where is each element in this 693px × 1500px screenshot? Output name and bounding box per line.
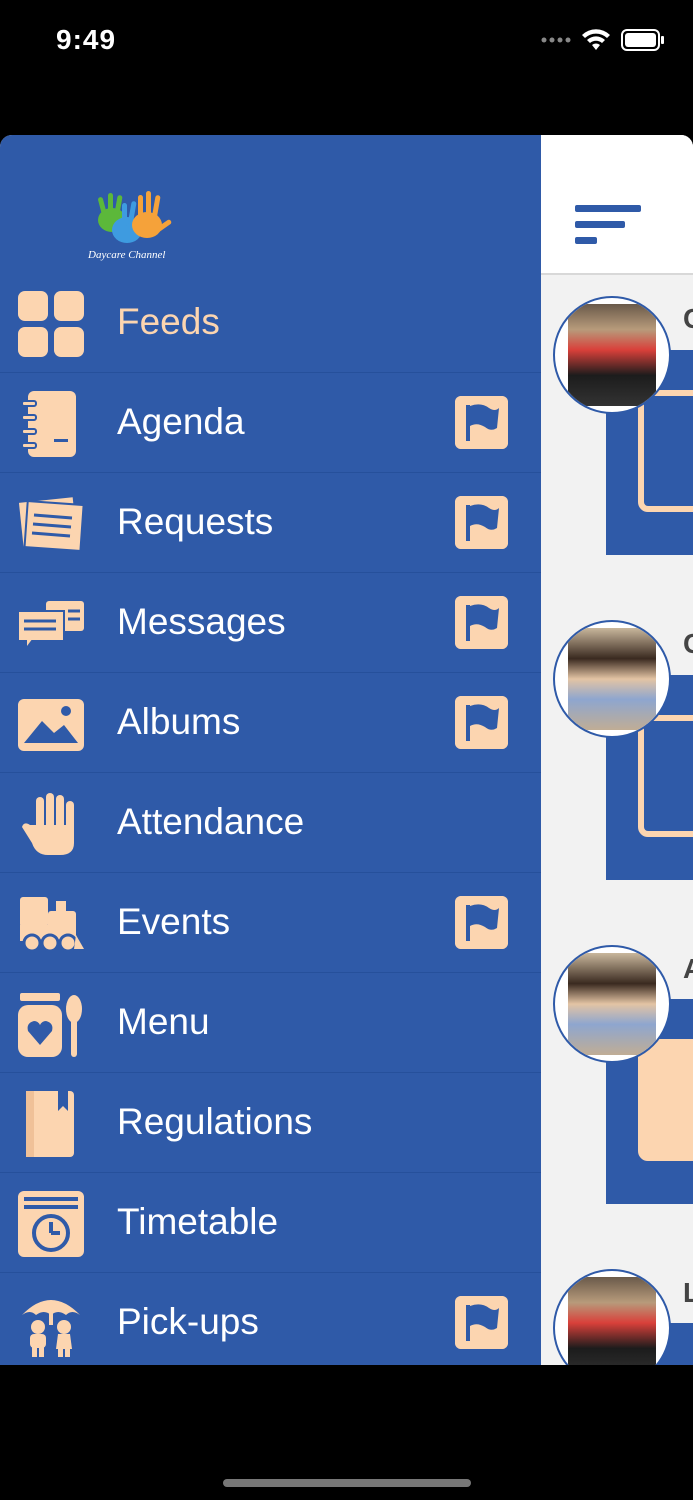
menu-item-timetable[interactable]: Timetable: [0, 1173, 541, 1273]
feed-card-title: C: [683, 628, 693, 660]
menu-item-label: Pick-ups: [117, 1301, 259, 1342]
navigation-drawer: Daycare Channel Feeds Agenda Requests Me…: [0, 135, 541, 1365]
avatar: [553, 296, 671, 414]
cellular-signal-icon: [541, 37, 571, 43]
bus-icon: [638, 715, 693, 837]
flag-icon: [455, 396, 508, 449]
feed-card-title: A: [683, 953, 693, 985]
document-icon: [638, 1039, 693, 1161]
photo-icon: [18, 699, 84, 751]
flag-icon: [455, 1296, 508, 1349]
battery-icon: [621, 29, 664, 51]
menu-item-albums[interactable]: Albums: [0, 673, 541, 773]
flag-icon: [455, 496, 508, 549]
menu-item-label: Regulations: [117, 1101, 313, 1142]
menu-item-attendance[interactable]: Attendance: [0, 773, 541, 873]
menu-item-feeds[interactable]: Feeds: [0, 273, 541, 373]
feed-header: [541, 135, 693, 275]
drawer-menu: Feeds Agenda Requests Messages Albums At…: [0, 273, 541, 1365]
menu-item-agenda[interactable]: Agenda: [0, 373, 541, 473]
avatar: [553, 945, 671, 1063]
bus-icon: [638, 390, 693, 512]
toy-train-icon: [20, 897, 84, 953]
umbrella-kids-icon: [22, 1300, 80, 1357]
menu-item-label: Agenda: [117, 401, 245, 442]
flag-icon: [455, 596, 508, 649]
menu-item-label: Albums: [117, 701, 241, 742]
grid-icon: [18, 291, 84, 357]
feed-card-title: L: [683, 1277, 693, 1308]
menu-item-label: Requests: [117, 501, 274, 542]
jar-spoon-icon: [18, 993, 82, 1057]
feed-panel: C C A L: [541, 135, 693, 1365]
menu-item-label: Menu: [117, 1001, 210, 1042]
status-time: 9:49: [56, 24, 117, 55]
menu-item-regulations[interactable]: Regulations: [0, 1073, 541, 1173]
avatar: [553, 1269, 671, 1365]
status-bar: 9:49: [0, 0, 693, 90]
menu-item-label: Attendance: [117, 801, 305, 842]
menu-item-label: Events: [117, 901, 231, 942]
book-icon: [26, 1091, 74, 1157]
menu-item-label: Timetable: [117, 1201, 279, 1242]
menu-item-menu[interactable]: Menu: [0, 973, 541, 1073]
flag-icon: [455, 896, 508, 949]
menu-item-events[interactable]: Events: [0, 873, 541, 973]
wifi-icon: [582, 29, 610, 50]
flag-icon: [455, 696, 508, 749]
menu-item-pickups[interactable]: Pick-ups: [0, 1273, 541, 1365]
feed-card-title: C: [683, 303, 693, 335]
calendar-clock-icon: [18, 1191, 84, 1257]
papers-icon: [18, 495, 84, 552]
menu-item-label: Messages: [117, 601, 286, 642]
status-icons: [541, 28, 665, 52]
menu-item-label: Feeds: [117, 301, 220, 342]
menu-toggle-icon[interactable]: [575, 205, 645, 249]
chat-bubbles-icon: [18, 601, 84, 652]
menu-item-messages[interactable]: Messages: [0, 573, 541, 673]
menu-item-requests[interactable]: Requests: [0, 473, 541, 573]
app-frame: C C A L: [0, 135, 693, 1365]
notebook-icon: [21, 391, 76, 457]
avatar: [553, 620, 671, 738]
hand-icon: [22, 793, 74, 855]
logo-text: Daycare Channel: [88, 249, 166, 261]
home-indicator[interactable]: [223, 1479, 471, 1487]
